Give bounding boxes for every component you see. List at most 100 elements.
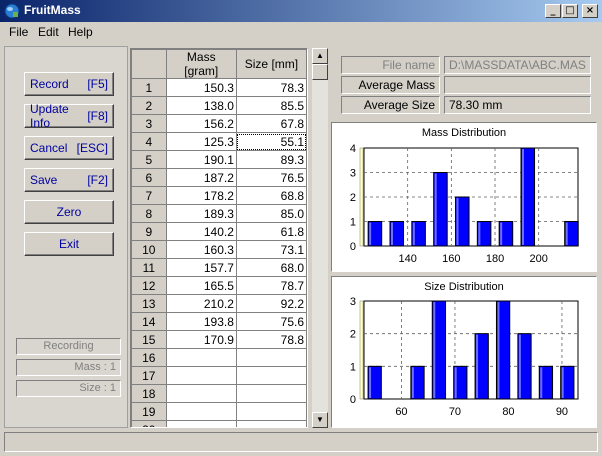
mass-cell[interactable]: 178.2 <box>165 186 237 205</box>
table-row[interactable]: 14 193.8 75.6 <box>131 312 307 331</box>
row-number[interactable]: 19 <box>131 402 167 421</box>
size-cell[interactable]: 55.1 <box>235 132 307 151</box>
table-row[interactable]: 7 178.2 68.8 <box>131 186 307 205</box>
table-row[interactable]: 8 189.3 85.0 <box>131 204 307 223</box>
size-cell[interactable]: 75.6 <box>235 312 307 331</box>
menu-help[interactable]: Help <box>68 25 93 39</box>
row-number[interactable]: 5 <box>131 150 167 169</box>
row-number[interactable]: 9 <box>131 222 167 241</box>
header-size[interactable]: Size [mm] <box>235 49 307 79</box>
size-cell[interactable]: 73.1 <box>235 240 307 259</box>
mass-cell[interactable]: 157.7 <box>165 258 237 277</box>
size-cell[interactable]: 61.8 <box>235 222 307 241</box>
x-tick-label: 160 <box>442 253 460 265</box>
zero-button[interactable]: Zero <box>24 200 114 224</box>
mass-cell[interactable]: 125.3 <box>165 132 237 151</box>
mass-cell[interactable] <box>165 348 237 367</box>
table-row[interactable]: 16 <box>131 348 307 367</box>
row-number[interactable]: 20 <box>131 420 167 427</box>
row-number[interactable]: 13 <box>131 294 167 313</box>
size-cell[interactable] <box>235 366 307 385</box>
maximize-button[interactable]: □ <box>562 4 578 18</box>
mass-cell[interactable]: 165.5 <box>165 276 237 295</box>
size-cell[interactable] <box>235 420 307 427</box>
size-cell[interactable]: 85.5 <box>235 96 307 115</box>
scroll-thumb[interactable] <box>312 64 328 80</box>
mass-cell[interactable]: 193.8 <box>165 312 237 331</box>
cancel-button[interactable]: Cancel [ESC] <box>24 136 114 160</box>
mass-cell[interactable]: 170.9 <box>165 330 237 349</box>
table-row[interactable]: 3 156.2 67.8 <box>131 114 307 133</box>
table-row[interactable]: 6 187.2 76.5 <box>131 168 307 187</box>
mass-cell[interactable]: 190.1 <box>165 150 237 169</box>
row-number[interactable]: 10 <box>131 240 167 259</box>
minimize-button[interactable]: _ <box>545 4 561 18</box>
row-number[interactable]: 14 <box>131 312 167 331</box>
row-number[interactable]: 15 <box>131 330 167 349</box>
table-row[interactable]: 18 <box>131 384 307 403</box>
mass-cell[interactable]: 140.2 <box>165 222 237 241</box>
scroll-up-button[interactable]: ▲ <box>312 48 328 64</box>
row-number[interactable]: 12 <box>131 276 167 295</box>
table-row[interactable]: 20 <box>131 420 307 427</box>
mass-cell[interactable]: 189.3 <box>165 204 237 223</box>
table-row[interactable]: 13 210.2 92.2 <box>131 294 307 313</box>
menu-file[interactable]: File <box>9 25 28 39</box>
mass-cell[interactable]: 156.2 <box>165 114 237 133</box>
row-number[interactable]: 2 <box>131 96 167 115</box>
save-button[interactable]: Save [F2] <box>24 168 114 192</box>
row-number[interactable]: 11 <box>131 258 167 277</box>
row-number[interactable]: 4 <box>131 132 167 151</box>
size-cell[interactable]: 89.3 <box>235 150 307 169</box>
mass-cell[interactable] <box>165 384 237 403</box>
size-cell[interactable]: 78.8 <box>235 330 307 349</box>
title-bar: FruitMass _ □ × <box>0 0 602 22</box>
size-cell[interactable]: 68.0 <box>235 258 307 277</box>
mass-cell[interactable] <box>165 366 237 385</box>
size-cell[interactable]: 92.2 <box>235 294 307 313</box>
table-row[interactable]: 19 <box>131 402 307 421</box>
table-row[interactable]: 5 190.1 89.3 <box>131 150 307 169</box>
close-button[interactable]: × <box>582 4 598 18</box>
mass-cell[interactable]: 150.3 <box>165 78 237 97</box>
table-row[interactable]: 9 140.2 61.8 <box>131 222 307 241</box>
mass-cell[interactable] <box>165 402 237 421</box>
size-cell[interactable]: 67.8 <box>235 114 307 133</box>
table-row[interactable]: 1 150.3 78.3 <box>131 78 307 97</box>
row-number[interactable]: 1 <box>131 78 167 97</box>
size-cell[interactable]: 78.3 <box>235 78 307 97</box>
mass-cell[interactable]: 210.2 <box>165 294 237 313</box>
row-number[interactable]: 6 <box>131 168 167 187</box>
record-button[interactable]: Record [F5] <box>24 72 114 96</box>
size-cell[interactable]: 68.8 <box>235 186 307 205</box>
mass-cell[interactable]: 187.2 <box>165 168 237 187</box>
mass-cell[interactable]: 138.0 <box>165 96 237 115</box>
row-number[interactable]: 18 <box>131 384 167 403</box>
header-mass[interactable]: Mass [gram] <box>165 49 237 79</box>
row-number[interactable]: 16 <box>131 348 167 367</box>
row-number[interactable]: 7 <box>131 186 167 205</box>
size-cell[interactable]: 76.5 <box>235 168 307 187</box>
table-row[interactable]: 4 125.3 55.1 <box>131 132 307 151</box>
table-row[interactable]: 12 165.5 78.7 <box>131 276 307 295</box>
mass-cell[interactable] <box>165 420 237 427</box>
size-cell[interactable]: 85.0 <box>235 204 307 223</box>
size-cell[interactable]: 78.7 <box>235 276 307 295</box>
menu-edit[interactable]: Edit <box>38 25 59 39</box>
table-row[interactable]: 15 170.9 78.8 <box>131 330 307 349</box>
mass-cell[interactable]: 160.3 <box>165 240 237 259</box>
table-row[interactable]: 10 160.3 73.1 <box>131 240 307 259</box>
exit-button[interactable]: Exit <box>24 232 114 256</box>
scroll-down-button[interactable]: ▼ <box>312 412 328 428</box>
update-info-button[interactable]: Update Info [F8] <box>24 102 114 130</box>
table-row[interactable]: 2 138.0 85.5 <box>131 96 307 115</box>
grid-scrollbar[interactable]: ▲ ▼ <box>312 48 328 428</box>
table-row[interactable]: 17 <box>131 366 307 385</box>
row-number[interactable]: 3 <box>131 114 167 133</box>
size-cell[interactable] <box>235 402 307 421</box>
row-number[interactable]: 8 <box>131 204 167 223</box>
size-cell[interactable] <box>235 384 307 403</box>
table-row[interactable]: 11 157.7 68.0 <box>131 258 307 277</box>
size-cell[interactable] <box>235 348 307 367</box>
row-number[interactable]: 17 <box>131 366 167 385</box>
